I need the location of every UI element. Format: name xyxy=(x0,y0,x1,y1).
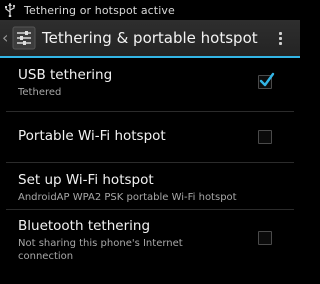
portable-hotspot-row[interactable]: Portable Wi-Fi hotspot xyxy=(6,112,294,163)
usb-tethering-checkbox[interactable] xyxy=(258,72,275,89)
usb-tethering-summary: Tethered xyxy=(18,87,62,98)
setup-hotspot-title: Set up Wi-Fi hotspot xyxy=(18,172,154,188)
bluetooth-tethering-checkbox[interactable] xyxy=(258,231,272,245)
settings-list: USB tethering Tethered Portable Wi-Fi ho… xyxy=(0,58,300,276)
status-bar: Tethering or hotspot active xyxy=(0,0,300,20)
bluetooth-summary-line1: Not sharing this phone's Internet xyxy=(18,238,183,249)
checkmark-icon xyxy=(259,72,275,87)
settings-sliders-icon[interactable] xyxy=(12,26,36,50)
action-bar: ‹ Tethering & portable hotspot xyxy=(0,20,300,58)
bluetooth-tethering-row[interactable]: Bluetooth tethering Not sharing this pho… xyxy=(6,210,294,276)
bluetooth-tethering-title: Bluetooth tethering xyxy=(18,218,151,234)
setup-hotspot-summary: AndroidAP WPA2 PSK portable Wi-Fi hotspo… xyxy=(18,192,237,203)
chevron-left-icon[interactable]: ‹ xyxy=(2,30,10,46)
usb-tethering-row[interactable]: USB tethering Tethered xyxy=(6,58,294,112)
page-title: Tethering & portable hotspot xyxy=(42,29,258,47)
bluetooth-tethering-summary: Not sharing this phone's Internet connec… xyxy=(18,237,183,263)
portable-hotspot-title: Portable Wi-Fi hotspot xyxy=(18,128,166,144)
usb-tethering-title: USB tethering xyxy=(18,67,113,83)
overflow-menu-icon[interactable] xyxy=(272,28,288,48)
portable-hotspot-checkbox[interactable] xyxy=(258,130,272,144)
usb-icon xyxy=(5,3,16,17)
setup-hotspot-row[interactable]: Set up Wi-Fi hotspot AndroidAP WPA2 PSK … xyxy=(6,163,294,210)
status-text: Tethering or hotspot active xyxy=(24,3,175,17)
bluetooth-summary-line2: connection xyxy=(18,251,74,262)
